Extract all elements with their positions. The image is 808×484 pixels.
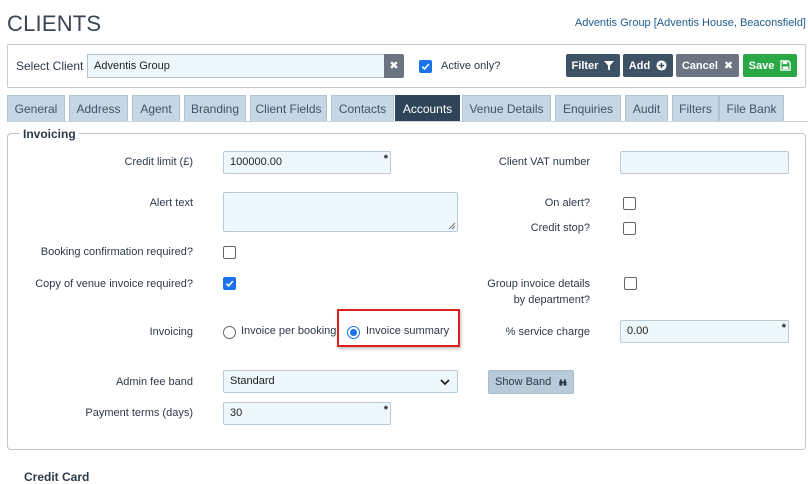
tab-address[interactable]: Address	[69, 95, 128, 121]
credit-limit-input[interactable]: 100000.00 *	[223, 151, 391, 174]
service-charge-label: % service charge	[505, 326, 590, 338]
chevron-down-icon	[440, 379, 450, 386]
client-vat-label: Client VAT number	[498, 156, 590, 168]
tab-audit[interactable]: Audit	[625, 95, 668, 121]
tab-venue-details[interactable]: Venue Details	[462, 95, 551, 121]
credit-stop-label: Credit stop?	[530, 222, 590, 234]
booking-confirmation-checkbox[interactable]	[223, 246, 236, 259]
credit-limit-label: Credit limit (£)	[124, 156, 193, 168]
credit-limit-value: 100000.00	[230, 156, 282, 168]
filter-button[interactable]: Filter	[566, 54, 620, 77]
active-only-checkbox[interactable]	[419, 60, 432, 73]
payment-terms-value: 30	[230, 407, 243, 419]
group-invoice-label-line2: by department?	[513, 294, 590, 306]
add-button[interactable]: Add	[623, 54, 673, 77]
client-tabs: General Address Agent Branding Client Fi…	[7, 95, 808, 122]
client-select-input[interactable]: Adventis Group	[87, 54, 384, 78]
show-band-label: Show Band	[495, 376, 552, 388]
save-button-label: Save	[748, 59, 775, 72]
filter-icon	[604, 60, 615, 70]
payment-terms-label: Payment terms (days)	[85, 407, 193, 419]
on-alert-label: On alert?	[544, 197, 590, 209]
show-band-button[interactable]: Show Band	[488, 370, 574, 394]
filter-button-label: Filter	[571, 59, 599, 72]
invoicing-legend: Invoicing	[20, 127, 79, 141]
required-marker: *	[383, 404, 388, 416]
copy-venue-invoice-checkbox[interactable]	[223, 277, 236, 290]
plus-circle-icon	[656, 60, 667, 71]
service-charge-input[interactable]: 0.00 *	[620, 320, 789, 343]
copy-venue-invoice-label: Copy of venue invoice required?	[35, 278, 193, 290]
resize-handle-icon[interactable]	[448, 222, 456, 230]
invoice-per-booking-radio[interactable]	[223, 326, 236, 339]
tab-filters[interactable]: Filters	[672, 95, 719, 121]
tab-enquiries[interactable]: Enquiries	[555, 95, 621, 121]
payment-terms-input[interactable]: 30 *	[223, 402, 391, 425]
booking-confirmation-label: Booking confirmation required?	[40, 246, 193, 258]
group-invoice-label-line1: Group invoice details	[487, 278, 590, 290]
credit-card-section-title: Credit Card	[24, 470, 90, 484]
required-marker: *	[781, 322, 786, 334]
tab-agent[interactable]: Agent	[132, 95, 180, 121]
binoculars-icon	[559, 378, 567, 386]
tab-accounts[interactable]: Accounts	[395, 95, 460, 121]
tab-contacts[interactable]: Contacts	[331, 95, 394, 121]
alert-text-area[interactable]	[223, 192, 458, 232]
invoice-per-booking-label[interactable]: Invoice per booking	[241, 325, 336, 337]
service-charge-value: 0.00	[627, 325, 649, 337]
add-button-label: Add	[628, 59, 651, 72]
tab-branding[interactable]: Branding	[184, 95, 246, 121]
on-alert-checkbox[interactable]	[623, 197, 636, 210]
required-marker: *	[383, 153, 388, 165]
admin-fee-band-label: Admin fee band	[115, 376, 193, 388]
group-invoice-checkbox[interactable]	[624, 277, 637, 290]
save-button[interactable]: Save	[743, 54, 797, 77]
active-only-label: Active only?	[441, 60, 501, 72]
invoicing-label: Invoicing	[149, 326, 193, 338]
cancel-button-label: Cancel	[681, 59, 718, 72]
close-icon: ✖	[723, 60, 734, 72]
floppy-disk-icon	[780, 60, 792, 71]
client-vat-input[interactable]	[620, 151, 789, 174]
tab-general[interactable]: General	[7, 95, 65, 121]
tab-client-fields[interactable]: Client Fields	[250, 95, 327, 121]
admin-fee-band-value: Standard	[230, 375, 275, 387]
admin-fee-band-select[interactable]: Standard	[223, 370, 458, 393]
select-client-label: Select Client	[16, 59, 84, 73]
tab-file-bank[interactable]: File Bank	[719, 95, 784, 121]
highlight-box	[337, 309, 460, 347]
tab-divider	[7, 121, 808, 122]
close-icon: ✖	[389, 60, 399, 72]
page-title: CLIENTS	[7, 11, 102, 36]
clear-client-button[interactable]: ✖	[384, 54, 404, 78]
alert-text-label: Alert text	[149, 197, 193, 209]
cancel-button[interactable]: Cancel ✖	[676, 54, 739, 77]
current-client-label: Adventis Group [Adventis House, Beaconsf…	[574, 17, 806, 29]
credit-stop-checkbox[interactable]	[623, 222, 636, 235]
